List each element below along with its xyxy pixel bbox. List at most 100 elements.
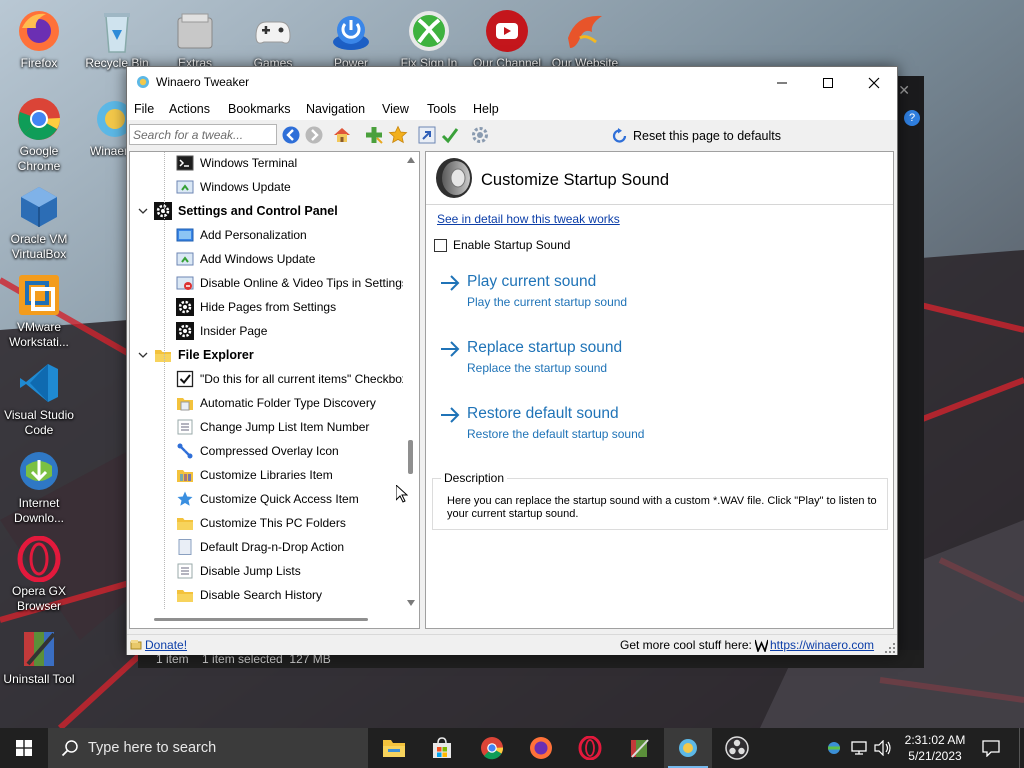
- winaero-website-link[interactable]: https://winaero.com: [770, 638, 874, 652]
- winaero-w-icon: [755, 639, 768, 652]
- bookmarks-star-icon[interactable]: [388, 125, 408, 145]
- desktop-icon-power[interactable]: Power: [312, 8, 390, 71]
- taskbar-opera[interactable]: [566, 728, 614, 768]
- tree-item[interactable]: Compressed Overlay Icon: [176, 439, 339, 463]
- taskbar-uninstall-tool[interactable]: [615, 728, 663, 768]
- desktop-icon-label: Visual Studio Code: [4, 408, 74, 437]
- taskbar-clock[interactable]: 2:31:02 AM 5/21/2023: [896, 732, 974, 764]
- scroll-up-icon[interactable]: [407, 157, 415, 163]
- tree-item[interactable]: Change Jump List Item Number: [176, 415, 369, 439]
- desktop-icon-extras[interactable]: Extras: [156, 8, 234, 71]
- checkbox-box[interactable]: [434, 238, 447, 252]
- action-title[interactable]: Play current sound: [467, 273, 596, 291]
- detail-link[interactable]: See in detail how this tweak works: [437, 212, 620, 226]
- tree-item[interactable]: Customize Libraries Item: [176, 463, 333, 487]
- taskbar-file-explorer[interactable]: [370, 728, 418, 768]
- chevron-down-icon[interactable]: [138, 350, 148, 360]
- terminal-icon: [176, 155, 194, 171]
- menu-navigation[interactable]: Navigation: [306, 102, 365, 116]
- tree-item-label: Disable Online & Video Tips in Settings: [200, 276, 408, 290]
- network-icon[interactable]: [851, 740, 867, 756]
- desktop-icon-our-channel[interactable]: Our Channel: [468, 8, 546, 71]
- apply-check-icon[interactable]: [440, 125, 460, 145]
- forward-icon[interactable]: [304, 125, 324, 145]
- tweak-tree[interactable]: Windows Terminal Windows Update Settings a…: [129, 151, 420, 629]
- tree-category[interactable]: File Explorer: [138, 343, 254, 367]
- notifications-icon[interactable]: [982, 740, 1000, 757]
- more-stuff-label: Get more cool stuff here:: [620, 638, 752, 652]
- menu-file[interactable]: File: [134, 102, 154, 116]
- donate-link[interactable]: Donate!: [145, 638, 187, 652]
- help-icon[interactable]: ?: [904, 110, 920, 126]
- tree-item[interactable]: Disable Online & Video Tips in Settings: [176, 271, 408, 295]
- tree-item[interactable]: Default Drag-n-Drop Action: [176, 535, 344, 559]
- tree-hscroll-thumb[interactable]: [154, 618, 368, 621]
- desktop-icon-opera-gx[interactable]: Opera GX Browser: [0, 535, 78, 614]
- tree-horizontal-scrollbar[interactable]: [130, 610, 419, 628]
- close-icon[interactable]: ✕: [898, 82, 910, 99]
- tree-item[interactable]: Customize Quick Access Item: [176, 487, 359, 511]
- taskbar-chrome[interactable]: [468, 728, 516, 768]
- show-desktop-button[interactable]: [1019, 728, 1024, 768]
- desktop-icon-games[interactable]: Games: [234, 8, 312, 71]
- volume-icon[interactable]: [874, 740, 892, 756]
- menu-tools[interactable]: Tools: [427, 102, 456, 116]
- desktop-icon-chrome[interactable]: Google Chrome: [0, 96, 78, 174]
- menu-help[interactable]: Help: [473, 102, 499, 116]
- home-icon[interactable]: [332, 125, 352, 145]
- desktop-icon-vscode[interactable]: Visual Studio Code: [0, 360, 78, 438]
- taskbar-winaero-tweaker[interactable]: [664, 728, 712, 768]
- tree-scroll-thumb[interactable]: [408, 440, 413, 474]
- search-input[interactable]: Search for a tweak...: [129, 124, 277, 145]
- desktop-icon-virtualbox[interactable]: Oracle VM VirtualBox: [0, 184, 78, 262]
- menu-actions[interactable]: Actions: [169, 102, 210, 116]
- taskbar-firefox[interactable]: [517, 728, 565, 768]
- windows-logo-icon: [16, 740, 32, 756]
- tree-item[interactable]: Customize This PC Folders: [176, 511, 346, 535]
- tree-item[interactable]: Hide Pages from Settings: [176, 295, 336, 319]
- reset-icon: [612, 128, 627, 143]
- tree-item[interactable]: Windows Terminal: [176, 152, 297, 175]
- shortcut-icon[interactable]: [417, 125, 437, 145]
- folder-discovery-icon: [177, 398, 193, 411]
- tree-item[interactable]: Automatic Folder Type Discovery: [176, 391, 376, 415]
- tree-item[interactable]: Insider Page: [176, 319, 267, 343]
- tree-item[interactable]: Windows Update: [176, 175, 291, 199]
- network-tray-icon[interactable]: [826, 740, 842, 756]
- title-bar[interactable]: Winaero Tweaker: [127, 67, 897, 98]
- tree-category[interactable]: Settings and Control Panel: [138, 199, 338, 223]
- minimize-button[interactable]: [759, 67, 805, 98]
- maximize-button[interactable]: [805, 67, 851, 98]
- page-title: Customize Startup Sound: [481, 171, 670, 189]
- tree-item[interactable]: "Do this for all current items" Checkbox: [176, 367, 408, 391]
- add-bookmark-icon[interactable]: [364, 125, 384, 145]
- menu-view[interactable]: View: [382, 102, 409, 116]
- scroll-down-icon[interactable]: [407, 600, 415, 606]
- desktop-icon-fix-sign-in[interactable]: Fix Sign In: [390, 8, 468, 71]
- desktop-icon-idm[interactable]: Internet Downlo...: [0, 448, 78, 526]
- menu-bookmarks[interactable]: Bookmarks: [228, 102, 291, 116]
- desktop-icon-uninstall-tool[interactable]: Uninstall Tool: [0, 624, 78, 687]
- tree-item[interactable]: Add Windows Update: [176, 247, 315, 271]
- enable-startup-sound-checkbox[interactable]: Enable Startup Sound: [434, 238, 570, 252]
- taskbar-microsoft-store[interactable]: [418, 728, 466, 768]
- chevron-down-icon[interactable]: [138, 206, 148, 216]
- taskbar-search-box[interactable]: Type here to search: [48, 728, 368, 768]
- tree-item[interactable]: Disable Search History: [176, 583, 322, 607]
- desktop-icon-firefox[interactable]: Firefox: [0, 8, 78, 71]
- action-title[interactable]: Restore default sound: [467, 405, 619, 423]
- close-button[interactable]: [851, 67, 897, 98]
- desktop-icon-our-website[interactable]: Our Website: [546, 8, 624, 71]
- back-icon[interactable]: [281, 125, 301, 145]
- reset-page-button[interactable]: Reset this page to defaults: [611, 126, 781, 146]
- tree-vertical-scrollbar[interactable]: [403, 152, 419, 611]
- settings-gear-icon[interactable]: [470, 125, 490, 145]
- taskbar-obs[interactable]: [713, 728, 761, 768]
- start-button[interactable]: [0, 728, 48, 768]
- tree-item[interactable]: Add Personalization: [176, 223, 307, 247]
- resize-grip-icon[interactable]: [885, 643, 895, 653]
- action-title[interactable]: Replace startup sound: [467, 339, 622, 357]
- desktop-icon-recycle-bin[interactable]: Recycle Bin: [78, 8, 156, 71]
- desktop-icon-vmware[interactable]: VMware Workstati...: [0, 272, 78, 350]
- tree-item[interactable]: Disable Jump Lists: [176, 559, 301, 583]
